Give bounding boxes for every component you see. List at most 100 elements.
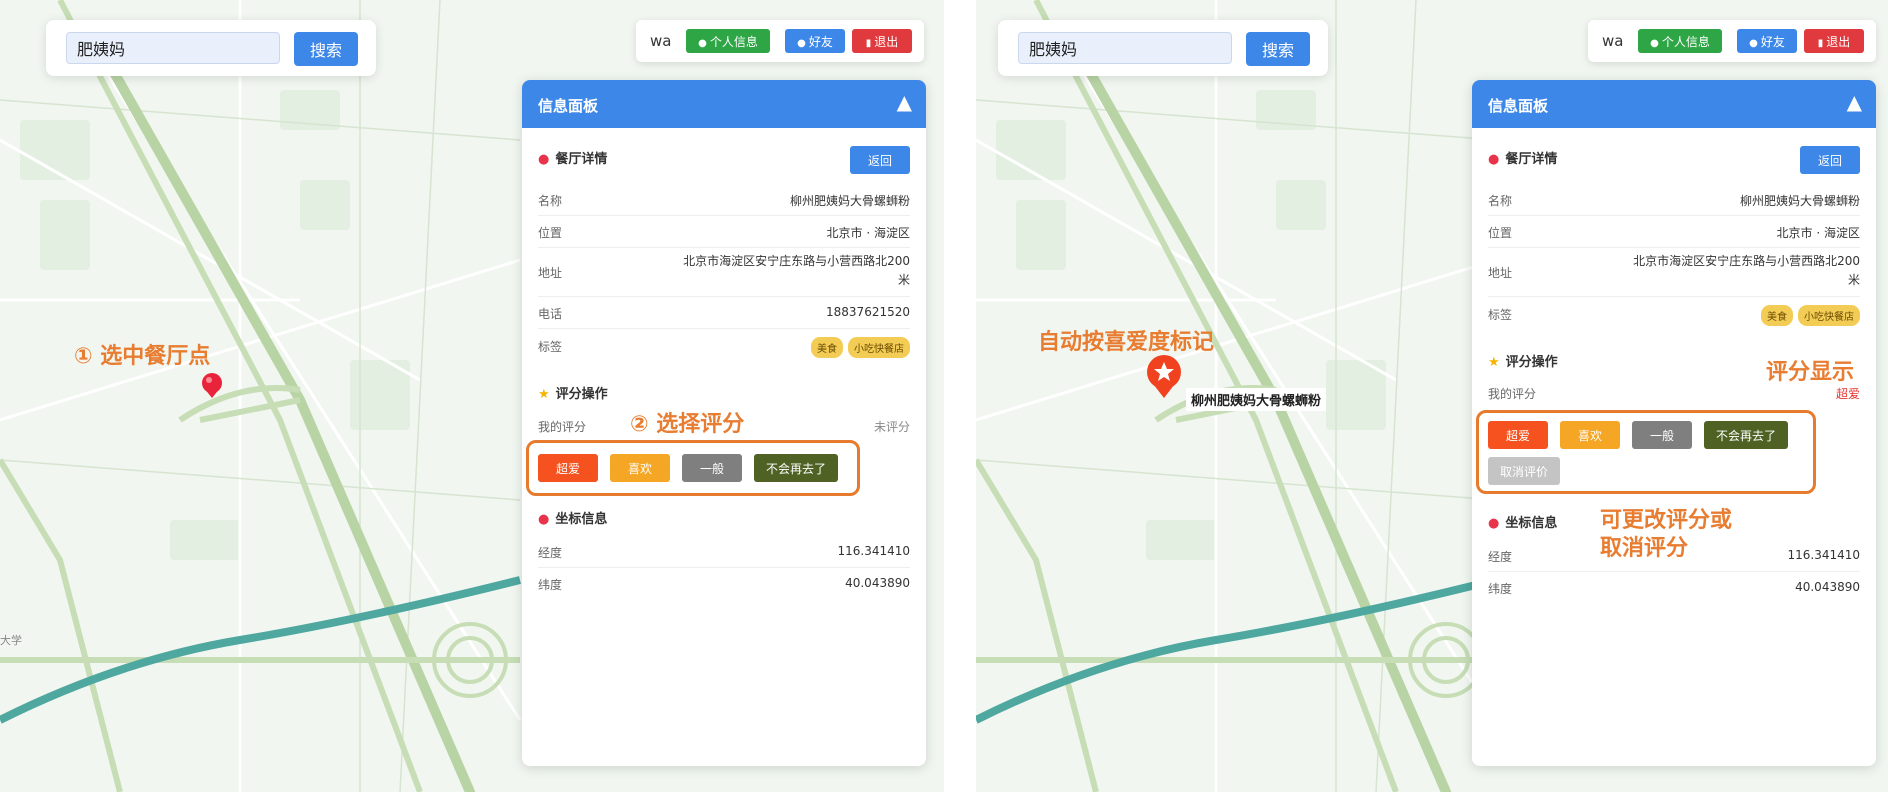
back-button[interactable]: 返回 bbox=[1800, 146, 1860, 174]
user-bar: wa ● 个人信息 ● 好友 ▮ 退出 bbox=[636, 20, 924, 62]
divider bbox=[538, 215, 910, 216]
rating-title: ★ 评分操作 bbox=[1488, 351, 1558, 370]
name-value: 柳州肥姨妈大骨螺蛳粉 bbox=[789, 194, 910, 208]
divider bbox=[1488, 296, 1860, 297]
divider bbox=[538, 296, 910, 297]
star-icon: ★ bbox=[538, 387, 550, 402]
collapse-icon[interactable]: ▲ bbox=[897, 90, 912, 114]
panel-title: 信息面板 bbox=[538, 97, 599, 115]
marker-label: 柳州肥姨妈大骨螺蛳粉 bbox=[1186, 388, 1327, 411]
section-title-text: 餐厅详情 bbox=[555, 152, 608, 167]
rating-title: ★ 评分操作 bbox=[538, 383, 608, 402]
tag: 小吃快餐店 bbox=[1798, 305, 1860, 326]
profile-button[interactable]: ● 个人信息 bbox=[686, 29, 770, 53]
screen-right: 柳州肥姨妈大骨螺蛳粉 搜索 wa ●个人信息 ●好友 ▮退出 信息面板 ▲ ●餐… bbox=[976, 0, 1888, 792]
logout-button[interactable]: ▮ 退出 bbox=[1804, 29, 1864, 53]
section-title-text: 评分操作 bbox=[1505, 355, 1558, 370]
tags-label: 标签 bbox=[1488, 308, 1513, 322]
search-input[interactable] bbox=[1018, 32, 1232, 64]
location-value: 北京市 · 海淀区 bbox=[1776, 226, 1860, 240]
username: wa bbox=[650, 32, 672, 50]
user-icon: ● bbox=[1650, 37, 1659, 49]
divider bbox=[1488, 247, 1860, 248]
profile-label: 个人信息 bbox=[1661, 34, 1710, 49]
username: wa bbox=[1602, 32, 1624, 50]
tag: 美食 bbox=[811, 337, 843, 358]
annotation-rating-display: 评分显示 bbox=[1766, 360, 1855, 385]
search-bar: 搜索 bbox=[998, 20, 1328, 76]
divider bbox=[538, 247, 910, 248]
annotation-change-line2: 取消评分 bbox=[1600, 536, 1689, 561]
logout-icon: ▮ bbox=[865, 37, 872, 49]
friends-button[interactable]: ● 好友 bbox=[1737, 29, 1797, 53]
screen-left: 大学 搜索 wa ●个人信息 ●好友 ▮退出 信息面板 ▲ ●餐厅详情 返回 名… bbox=[0, 0, 944, 792]
friends-button[interactable]: ● 好友 bbox=[785, 29, 845, 53]
my-rating-label: 我的评分 bbox=[1488, 387, 1537, 401]
profile-label: 个人信息 bbox=[709, 34, 758, 49]
section-title-text: 坐标信息 bbox=[555, 512, 608, 527]
divider bbox=[538, 328, 910, 329]
section-title-text: 坐标信息 bbox=[1505, 516, 1558, 531]
back-button[interactable]: 返回 bbox=[850, 146, 910, 174]
user-bar: wa ● 个人信息 ● 好友 ▮ 退出 bbox=[1588, 20, 1876, 62]
address-label: 地址 bbox=[538, 266, 563, 280]
my-rating-label: 我的评分 bbox=[538, 420, 587, 434]
divider bbox=[538, 567, 910, 568]
location-label: 位置 bbox=[538, 226, 563, 240]
star-icon: ★ bbox=[1488, 355, 1500, 370]
name-label: 名称 bbox=[538, 194, 563, 208]
profile-button[interactable]: ● 个人信息 bbox=[1638, 29, 1722, 53]
panel-title: 信息面板 bbox=[1488, 97, 1549, 115]
pin-icon: ● bbox=[1488, 516, 1500, 531]
lat-value: 40.043890 bbox=[845, 576, 910, 590]
location-label: 位置 bbox=[1488, 226, 1513, 240]
my-rating-value: 超爱 bbox=[1835, 387, 1860, 401]
coords-title: ● 坐标信息 bbox=[1488, 512, 1557, 531]
address-label: 地址 bbox=[1488, 266, 1513, 280]
search-input[interactable] bbox=[66, 32, 280, 64]
restaurant-detail-title: ● 餐厅详情 bbox=[1488, 148, 1557, 167]
phone-value: 18837621520 bbox=[826, 305, 910, 319]
friends-label: 好友 bbox=[1760, 34, 1785, 49]
annotation-step2: ② 选择评分 bbox=[630, 412, 745, 437]
search-bar: 搜索 bbox=[46, 20, 376, 76]
rating-highlight-box bbox=[526, 440, 860, 496]
name-label: 名称 bbox=[1488, 194, 1513, 208]
location-value: 北京市 · 海淀区 bbox=[826, 226, 910, 240]
collapse-icon[interactable]: ▲ bbox=[1847, 90, 1862, 114]
annotation-auto-mark: 自动按喜爱度标记 bbox=[1038, 330, 1215, 355]
pin-icon: ● bbox=[538, 512, 550, 527]
section-title-text: 餐厅详情 bbox=[1505, 152, 1558, 167]
user-icon: ● bbox=[698, 37, 707, 49]
search-button[interactable]: 搜索 bbox=[1246, 32, 1310, 66]
lng-label: 经度 bbox=[1488, 550, 1513, 564]
friends-label: 好友 bbox=[808, 34, 833, 49]
section-title-text: 评分操作 bbox=[555, 387, 608, 402]
search-button[interactable]: 搜索 bbox=[294, 32, 358, 66]
rating-highlight-box bbox=[1476, 410, 1816, 494]
lng-value: 116.341410 bbox=[1787, 548, 1860, 562]
panel-header: 信息面板 ▲ bbox=[1472, 80, 1876, 128]
panel-header: 信息面板 ▲ bbox=[522, 80, 926, 128]
lat-value: 40.043890 bbox=[1795, 580, 1860, 594]
lat-label: 纬度 bbox=[1488, 582, 1513, 596]
my-rating-value: 未评分 bbox=[873, 420, 910, 434]
address-value: 北京市海淀区安宁庄东路与小营西路北200米 bbox=[1633, 254, 1860, 287]
annotation-step1: ① 选中餐厅点 bbox=[74, 344, 211, 369]
pin-icon: ● bbox=[1488, 152, 1500, 167]
name-value: 柳州肥姨妈大骨螺蛳粉 bbox=[1739, 194, 1860, 208]
lng-value: 116.341410 bbox=[837, 544, 910, 558]
logout-icon: ▮ bbox=[1817, 37, 1824, 49]
logout-label: 退出 bbox=[1826, 34, 1851, 49]
coords-title: ● 坐标信息 bbox=[538, 508, 607, 527]
divider bbox=[1488, 215, 1860, 216]
tag: 小吃快餐店 bbox=[848, 337, 910, 358]
tag-list: 美食 小吃快餐店 bbox=[1761, 305, 1860, 326]
tag: 美食 bbox=[1761, 305, 1793, 326]
logout-button[interactable]: ▮ 退出 bbox=[852, 29, 912, 53]
friends-icon: ● bbox=[797, 37, 806, 49]
pin-icon: ● bbox=[538, 152, 550, 167]
tag-list: 美食 小吃快餐店 bbox=[811, 337, 910, 358]
map-label: 大学 bbox=[0, 634, 22, 647]
phone-label: 电话 bbox=[538, 307, 563, 321]
